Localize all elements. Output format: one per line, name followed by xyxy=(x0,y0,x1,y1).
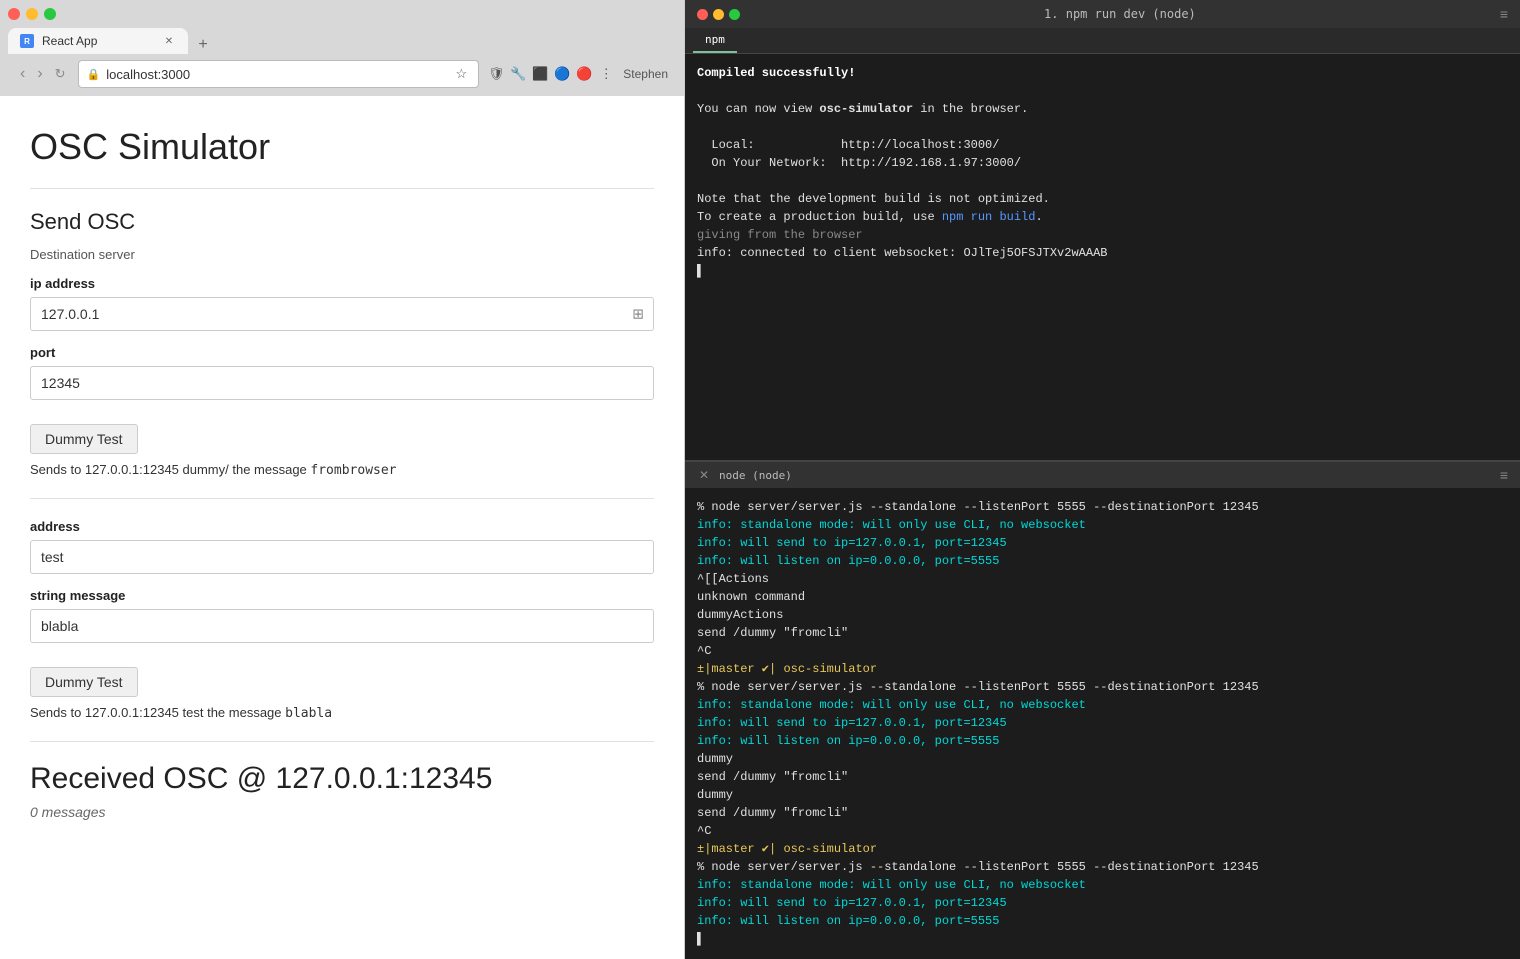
extension-icon-1[interactable]: 🔧 xyxy=(509,65,527,83)
term1-close[interactable] xyxy=(697,9,708,20)
clipboard-icon: ⊞ xyxy=(632,306,644,323)
term2-menu-icon[interactable]: ≡ xyxy=(1500,467,1508,483)
reload-button[interactable]: ↻ xyxy=(51,63,70,85)
more-button[interactable]: ⋮ xyxy=(597,65,615,83)
string-message-label: string message xyxy=(30,588,654,603)
dummy-test-button-2[interactable]: Dummy Test xyxy=(30,667,138,697)
port-input[interactable] xyxy=(30,366,654,400)
dummy-test-button-1[interactable]: Dummy Test xyxy=(30,424,138,454)
term1-tab-npm[interactable]: npm xyxy=(693,28,737,53)
address-label: address xyxy=(30,519,654,534)
sends-code-2: blabla xyxy=(285,706,332,721)
term1-max[interactable] xyxy=(729,9,740,20)
send-osc-title: Send OSC xyxy=(30,209,654,235)
received-title: Received OSC @ 127.0.0.1:12345 xyxy=(30,762,654,796)
terminal1-body: Compiled successfully! You can now view … xyxy=(685,54,1520,460)
term1-traffic-lights xyxy=(697,9,740,20)
back-button[interactable]: ‹ xyxy=(16,63,29,85)
browser-window: R React App ✕ + ‹ › ↻ 🔒 localhost:3000 ☆… xyxy=(0,0,685,959)
extension-icon-2[interactable]: ⬛ xyxy=(531,65,549,83)
ip-label: ip address xyxy=(30,276,654,291)
term1-min[interactable] xyxy=(713,9,724,20)
terminal-top: 1. npm run dev (node) ≡ npm Compiled suc… xyxy=(685,0,1520,460)
terminal2-title: node (node) xyxy=(719,469,1492,482)
user-avatar: Stephen xyxy=(623,67,668,81)
sends-text-2: Sends to 127.0.0.1:12345 test the messag… xyxy=(30,705,285,720)
terminal1-titlebar: 1. npm run dev (node) ≡ xyxy=(685,0,1520,28)
tab-favicon: R xyxy=(20,34,34,48)
divider-3 xyxy=(30,741,654,742)
browser-minimize-button[interactable] xyxy=(26,8,38,20)
forward-button[interactable]: › xyxy=(33,63,46,85)
browser-chrome: R React App ✕ + ‹ › ↻ 🔒 localhost:3000 ☆… xyxy=(0,0,684,96)
string-message-input[interactable] xyxy=(30,609,654,643)
terminal-bottom: ✕ node (node) ≡ % node server/server.js … xyxy=(685,460,1520,959)
address-bar[interactable]: 🔒 localhost:3000 ☆ xyxy=(78,60,480,88)
address-text: localhost:3000 xyxy=(106,67,446,82)
sends-text-1: Sends to 127.0.0.1:12345 dummy/ the mess… xyxy=(30,462,310,477)
term1-tab-label: npm xyxy=(705,33,725,46)
ip-address-group: ip address ⊞ xyxy=(30,276,654,331)
divider-1 xyxy=(30,188,654,189)
ip-input[interactable] xyxy=(30,297,654,331)
tab-close-button[interactable]: ✕ xyxy=(162,34,176,48)
lock-icon: 🔒 xyxy=(87,68,101,81)
browser-content: OSC Simulator Send OSC Destination serve… xyxy=(0,96,684,959)
port-label: port xyxy=(30,345,654,360)
new-tab-button[interactable]: + xyxy=(194,36,212,54)
terminal1-tab-bar: npm xyxy=(685,28,1520,54)
extension-icon-3[interactable]: 🔵 xyxy=(553,65,571,83)
browser-toolbar-icons: 🛡 🔧 ⬛ 🔵 🔴 ⋮ Stephen xyxy=(487,65,668,83)
extension-icon-4[interactable]: 🔴 xyxy=(575,65,593,83)
browser-close-button[interactable] xyxy=(8,8,20,20)
port-group: port xyxy=(30,345,654,400)
browser-traffic-lights xyxy=(8,8,676,20)
zero-messages: 0 messages xyxy=(30,804,654,820)
terminal-panel: 1. npm run dev (node) ≡ npm Compiled suc… xyxy=(685,0,1520,959)
term2-close[interactable]: ✕ xyxy=(697,468,711,482)
bookmark-icon[interactable]: ☆ xyxy=(452,65,470,83)
browser-address-bar: ‹ › ↻ 🔒 localhost:3000 ☆ 🛡 🔧 ⬛ 🔵 🔴 ⋮ Ste… xyxy=(8,54,676,96)
app-title: OSC Simulator xyxy=(30,126,654,168)
divider-2 xyxy=(30,498,654,499)
destination-server-group: Destination server xyxy=(30,247,654,262)
shield-icon[interactable]: 🛡 xyxy=(487,65,505,83)
sends-label-1: Sends to 127.0.0.1:12345 dummy/ the mess… xyxy=(30,462,654,478)
string-message-group: string message xyxy=(30,588,654,643)
terminal2-body: % node server/server.js --standalone --l… xyxy=(685,488,1520,959)
browser-maximize-button[interactable] xyxy=(44,8,56,20)
destination-label: Destination server xyxy=(30,247,654,262)
browser-tab-bar: R React App ✕ + xyxy=(8,28,676,54)
tab-title: React App xyxy=(42,34,154,48)
terminal1-title: 1. npm run dev (node) xyxy=(748,7,1492,21)
address-input[interactable] xyxy=(30,540,654,574)
sends-label-2: Sends to 127.0.0.1:12345 test the messag… xyxy=(30,705,654,721)
sends-code-1: frombrowser xyxy=(310,463,396,478)
nav-buttons: ‹ › ↻ xyxy=(16,63,70,85)
ip-input-wrap: ⊞ xyxy=(30,297,654,331)
terminal2-titlebar: ✕ node (node) ≡ xyxy=(685,462,1520,488)
browser-tab-react-app[interactable]: R React App ✕ xyxy=(8,28,188,54)
address-group: address xyxy=(30,519,654,574)
term1-menu-icon[interactable]: ≡ xyxy=(1500,6,1508,22)
